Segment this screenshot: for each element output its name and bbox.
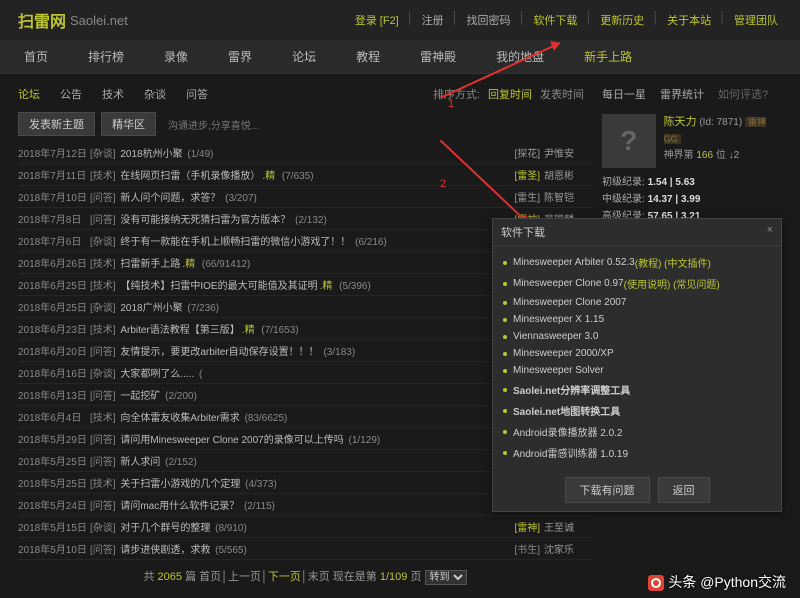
download-list: Minesweeper Arbiter 0.52.3 (教程) (中文插件)Mi…	[493, 246, 781, 469]
right-tabs: 每日一星 雷界统计 如何评选?	[602, 80, 782, 108]
tab-star[interactable]: 每日一星	[602, 86, 646, 102]
popup-title: 软件下载	[501, 224, 545, 240]
sub-nav: 论坛 公告 技术 杂谈 问答	[18, 80, 433, 108]
download-item[interactable]: Minesweeper Solver	[503, 362, 771, 379]
next-page[interactable]: 下一页	[268, 571, 301, 583]
subnav-item[interactable]: 杂谈	[144, 86, 166, 102]
subnav-item[interactable]: 技术	[102, 86, 124, 102]
header-link[interactable]: 软件下载	[529, 12, 581, 28]
header-link[interactable]: 登录 [F2]	[351, 12, 403, 28]
header-link[interactable]: 关于本站	[663, 12, 715, 28]
download-item[interactable]: Minesweeper Arbiter 0.52.3 (教程) (中文插件)	[503, 252, 771, 273]
avatar[interactable]: ?	[602, 114, 656, 168]
download-item[interactable]: Minesweeper X 1.15	[503, 311, 771, 328]
post-row[interactable]: 2018年5月15日[杂谈] 对于几个群号的整理 (8/910)[雷神]王至诚	[18, 516, 592, 538]
annotation-2: 2	[440, 178, 446, 190]
post-row[interactable]: 2018年7月11日[技术] 在线网页扫雷（手机录像播放）.精 (7/635)[…	[18, 164, 592, 186]
site-logo[interactable]: 扫雷网	[18, 8, 66, 32]
profile-id: (Id: 7871)	[699, 117, 742, 128]
sort-reply[interactable]: 回复时间	[488, 86, 532, 102]
download-item[interactable]: Minesweeper 2000/XP	[503, 345, 771, 362]
header-link[interactable]: 管理团队	[730, 12, 782, 28]
nav-item[interactable]: 新手上路	[578, 40, 638, 73]
post-row[interactable]: 2018年7月10日[问答] 新人问个问题，求答？ (3/207)[雷生]陈智铠	[18, 186, 592, 208]
post-row[interactable]: 2018年7月12日[杂谈] 2018杭州小聚 (1/49)[探花]尹惟安	[18, 142, 592, 164]
page-select[interactable]: 转到	[425, 570, 467, 585]
nav-item[interactable]: 排行榜	[82, 40, 130, 73]
header-links: 登录 [F2]│注册│找回密码│软件下载│更新历史│关于本站│管理团队	[351, 12, 782, 28]
sort-label: 排序方式:	[433, 86, 480, 102]
post-row[interactable]: 2018年5月10日[问答] 请步进侠剧透，求救 (5/565)[书生]沈家乐	[18, 538, 592, 560]
tab-stats[interactable]: 雷界统计	[660, 86, 704, 102]
download-popup: 软件下载 × Minesweeper Arbiter 0.52.3 (教程) (…	[492, 218, 782, 512]
close-icon[interactable]: ×	[767, 224, 773, 240]
subnav-item[interactable]: 问答	[186, 86, 208, 102]
header-link[interactable]: 找回密码	[463, 12, 515, 28]
header-link[interactable]: 注册	[418, 12, 448, 28]
main-nav: 首页排行榜录像雷界论坛教程雷神殿我的地盘新手上路	[0, 40, 800, 74]
download-item[interactable]: Android录像播放器 2.0.2	[503, 421, 771, 442]
nav-item[interactable]: 论坛	[286, 40, 322, 73]
back-button[interactable]: 返回	[658, 477, 710, 503]
profile-name[interactable]: 陈天力	[664, 116, 697, 128]
download-item[interactable]: Saolei.net分辨率调整工具	[503, 379, 771, 400]
toutiao-icon	[648, 575, 664, 591]
pager: 共 2065 篇 首页│上一页│下一页│末页 现在是第 1/109 页 转到	[18, 562, 592, 591]
sort-bar: 排序方式: 回复时间 发表时间	[433, 82, 584, 106]
essence-button[interactable]: 精华区	[101, 112, 156, 136]
motto-text: 沟通进步,分享喜悦...	[168, 117, 259, 132]
nav-item[interactable]: 录像	[158, 40, 194, 73]
download-item[interactable]: Minesweeper Clone 0.97 (使用说明) (常见问题)	[503, 273, 771, 294]
download-item[interactable]: Android雷感训练器 1.0.19	[503, 442, 771, 463]
tab-howto[interactable]: 如何评选?	[718, 86, 768, 102]
site-logo-en: Saolei.net	[70, 13, 128, 28]
download-item[interactable]: Saolei.net地图转换工具	[503, 400, 771, 421]
nav-item[interactable]: 雷神殿	[414, 40, 462, 73]
nav-item[interactable]: 我的地盘	[490, 40, 550, 73]
nav-item[interactable]: 首页	[18, 40, 54, 73]
sort-create[interactable]: 发表时间	[540, 86, 584, 102]
nav-item[interactable]: 雷界	[222, 40, 258, 73]
header-link[interactable]: 更新历史	[596, 12, 648, 28]
download-item[interactable]: Minesweeper Clone 2007	[503, 294, 771, 311]
subnav-item[interactable]: 公告	[60, 86, 82, 102]
nav-item[interactable]: 教程	[350, 40, 386, 73]
subnav-item[interactable]: 论坛	[18, 86, 40, 102]
download-item[interactable]: Viennasweeper 3.0	[503, 328, 771, 345]
new-topic-button[interactable]: 发表新主题	[18, 112, 95, 136]
download-problem-button[interactable]: 下载有问题	[565, 477, 650, 503]
watermark: 头条 @Python交流	[648, 572, 786, 592]
annotation-1: 1	[448, 98, 454, 110]
